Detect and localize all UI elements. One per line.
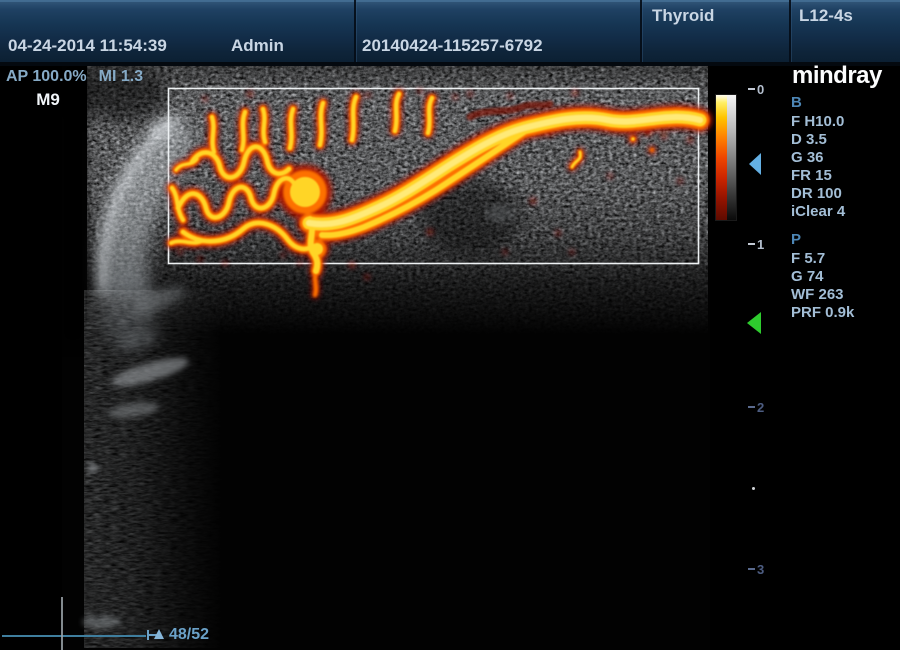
mindray-logo: mindray (792, 62, 882, 90)
tick-dash (748, 243, 755, 245)
operator-name[interactable]: Admin (231, 36, 284, 56)
b-mode-label: B (791, 94, 845, 112)
depth-half-tick (752, 487, 755, 490)
param-row: G 74 (791, 268, 854, 286)
param-row: WF 263 (791, 286, 854, 304)
param-row: F 5.7 (791, 250, 854, 268)
focus-marker-icon (747, 312, 761, 334)
power-doppler-label: P (791, 231, 854, 249)
frame-counter: 48/52 (169, 626, 209, 644)
system-model-badge: M9 (28, 90, 68, 110)
color-scale-bar (716, 95, 737, 221)
param-row: D 3.5 (791, 131, 845, 149)
depth-tick: 0 (748, 82, 764, 96)
power-doppler-parameters: P F 5.7 G 74 WF 263 PRF 0.9k (791, 231, 854, 322)
header-divider (354, 0, 356, 62)
param-row: G 36 (791, 149, 845, 167)
header-bar: 04-24-2014 11:54:39 Admin 20140424-11525… (0, 0, 900, 66)
tick-label: 2 (757, 400, 764, 415)
baseline-marker-icon (749, 153, 761, 175)
param-row: FR 15 (791, 167, 845, 185)
cine-position-icon[interactable] (154, 629, 164, 639)
b-mode-parameters: B F H10.0 D 3.5 G 36 FR 15 DR 100 iClear… (791, 94, 845, 221)
ultrasound-image (0, 0, 900, 650)
acoustic-power-value: AP 100.0% (6, 68, 87, 85)
image-left-edge-marker (61, 597, 63, 650)
datetime: 04-24-2014 11:54:39 (8, 36, 167, 56)
tick-dash (748, 88, 755, 90)
param-row: F H10.0 (791, 113, 845, 131)
mechanical-index-value: MI 1.3 (99, 68, 143, 85)
param-row: DR 100 (791, 185, 845, 203)
cine-scrubber[interactable] (2, 635, 146, 637)
header-divider (640, 0, 642, 62)
tick-dash (748, 568, 755, 570)
header-highlight (0, 0, 900, 2)
depth-tick: 1 (748, 237, 764, 251)
ultrasound-screen: 04-24-2014 11:54:39 Admin 20140424-11525… (0, 0, 900, 650)
tick-dash (748, 406, 755, 408)
param-row: iClear 4 (791, 203, 845, 221)
power-mi-readout: AP 100.0% MI 1.3 (6, 68, 143, 86)
probe-tab[interactable]: L12-4s (799, 6, 853, 26)
header-divider (789, 0, 791, 62)
exam-id[interactable]: 20140424-115257-6792 (362, 36, 543, 56)
depth-tick: 3 (748, 562, 764, 576)
tick-label: 3 (757, 562, 764, 577)
param-row: PRF 0.9k (791, 304, 854, 322)
exam-preset-tab[interactable]: Thyroid (652, 6, 714, 26)
tick-label: 0 (757, 82, 764, 97)
tick-label: 1 (757, 237, 764, 252)
depth-tick: 2 (748, 400, 764, 414)
